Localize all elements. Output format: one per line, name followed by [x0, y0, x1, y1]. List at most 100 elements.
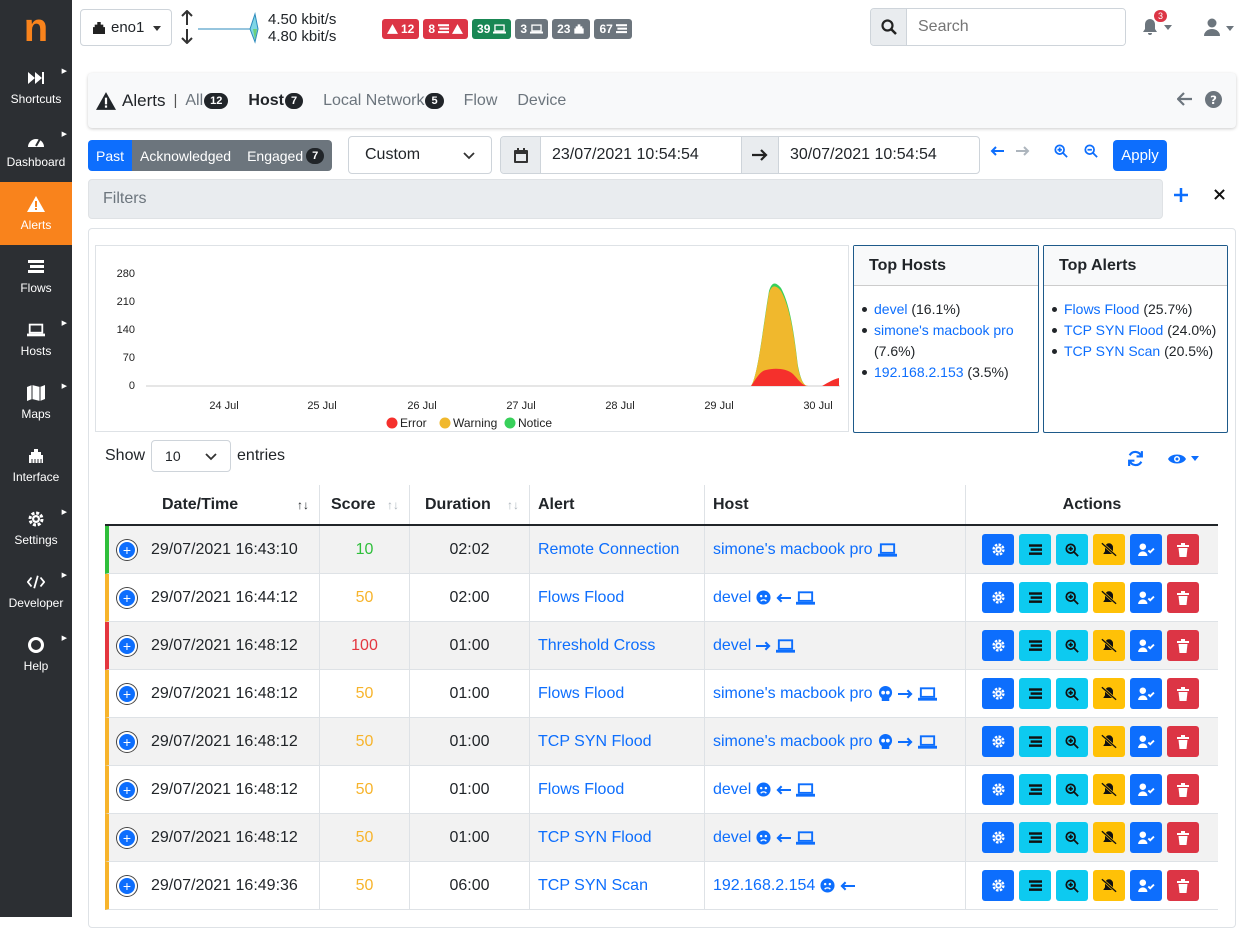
settings-button[interactable] [982, 870, 1014, 901]
devices-badge[interactable]: 23 [552, 19, 591, 39]
disable-button[interactable] [1093, 534, 1125, 565]
zoom-out-icon[interactable] [1084, 144, 1098, 158]
interface-dropdown[interactable]: eno1 [80, 9, 172, 46]
sidebar-item-maps[interactable]: ▶ Maps [0, 371, 72, 434]
acknowledge-button[interactable] [1130, 822, 1162, 853]
sidebar-item-alerts[interactable]: Alerts [0, 182, 72, 245]
zoom-button[interactable] [1056, 822, 1088, 853]
alert-link[interactable]: Flows Flood [538, 781, 624, 799]
engaged-button[interactable]: Engaged 7 [239, 140, 333, 171]
host-link[interactable]: simone's macbook pro [713, 541, 873, 559]
time-forward-icon[interactable] [1016, 146, 1030, 156]
sidebar-item-developer[interactable]: ▶ Developer [0, 560, 72, 623]
alert-link[interactable]: TCP SYN Flood [538, 829, 652, 847]
disable-button[interactable] [1093, 726, 1125, 757]
flows-button[interactable] [1019, 726, 1051, 757]
expand-row-button[interactable]: + [117, 635, 137, 656]
date-from-input[interactable]: 23/07/2021 10:54:54 [541, 137, 741, 173]
date-to-input[interactable]: 30/07/2021 10:54:54 [779, 137, 979, 173]
disable-button[interactable] [1093, 774, 1125, 805]
zoom-in-icon[interactable] [1054, 144, 1068, 158]
tab-device[interactable]: Device [517, 92, 566, 110]
sidebar-item-shortcuts[interactable]: ▶ Shortcuts [0, 56, 72, 119]
clear-filters-icon[interactable] [1214, 189, 1225, 200]
expand-row-button[interactable]: + [117, 587, 137, 608]
column-date-time[interactable]: Date/Time ↑↓ [105, 485, 320, 524]
column-duration[interactable]: Duration ↑↓ [410, 485, 530, 524]
host-link[interactable]: devel [713, 829, 751, 847]
sidebar-item-dashboard[interactable]: ▶ Dashboard [0, 119, 72, 182]
zoom-button[interactable] [1056, 678, 1088, 709]
top-alert-link[interactable]: TCP SYN Scan [1064, 343, 1160, 359]
delete-button[interactable] [1167, 534, 1199, 565]
sidebar-item-flows[interactable]: Flows [0, 245, 72, 308]
user-menu[interactable] [1202, 15, 1238, 43]
disable-button[interactable] [1093, 822, 1125, 853]
disable-button[interactable] [1093, 582, 1125, 613]
settings-button[interactable] [982, 534, 1014, 565]
acknowledge-button[interactable] [1130, 582, 1162, 613]
settings-button[interactable] [982, 678, 1014, 709]
flows-button[interactable] [1019, 582, 1051, 613]
column-visibility-dropdown[interactable] [1168, 453, 1199, 465]
sidebar-item-hosts[interactable]: ▶ Hosts [0, 308, 72, 371]
alerts-badge[interactable]: 12 [382, 19, 420, 39]
settings-button[interactable] [982, 582, 1014, 613]
search-input[interactable] [907, 9, 1125, 45]
host-link[interactable]: 192.168.2.154 [713, 877, 815, 895]
sidebar-item-interface[interactable]: Interface [0, 434, 72, 497]
expand-row-button[interactable]: + [117, 875, 137, 896]
tab-local-network[interactable]: Local Network 5 [323, 92, 444, 110]
delete-button[interactable] [1167, 582, 1199, 613]
sidebar-item-settings[interactable]: ▶ Settings [0, 497, 72, 560]
expand-row-button[interactable]: + [117, 779, 137, 800]
tab-host[interactable]: Host 7 [248, 92, 304, 110]
sidebar-item-help[interactable]: ▶ Help [0, 623, 72, 686]
refresh-icon[interactable] [1127, 450, 1144, 467]
top-host-link[interactable]: devel [874, 301, 907, 317]
remote-hosts-badge[interactable]: 3 [515, 19, 549, 39]
column-alert[interactable]: Alert [530, 485, 705, 524]
alert-link[interactable]: TCP SYN Scan [538, 877, 648, 895]
delete-button[interactable] [1167, 630, 1199, 661]
acknowledged-button[interactable]: Acknowledged [132, 140, 240, 171]
delete-button[interactable] [1167, 678, 1199, 709]
delete-button[interactable] [1167, 726, 1199, 757]
expand-row-button[interactable]: + [117, 827, 137, 848]
flows-button[interactable] [1019, 822, 1051, 853]
expand-row-button[interactable]: + [117, 731, 137, 752]
top-host-link[interactable]: 192.168.2.153 [874, 364, 964, 380]
zoom-button[interactable] [1056, 870, 1088, 901]
acknowledge-button[interactable] [1130, 774, 1162, 805]
page-size-select[interactable]: 10 [151, 440, 232, 472]
delete-button[interactable] [1167, 774, 1199, 805]
expand-row-button[interactable]: + [117, 683, 137, 704]
add-filter-icon[interactable] [1173, 187, 1189, 203]
flows-badge[interactable]: 67 [594, 19, 632, 39]
settings-button[interactable] [982, 774, 1014, 805]
alert-link[interactable]: Threshold Cross [538, 637, 655, 655]
ntopng-logo[interactable]: n [0, 0, 72, 56]
host-link[interactable]: devel [713, 637, 751, 655]
back-arrow-icon[interactable] [1177, 91, 1193, 107]
settings-button[interactable] [982, 822, 1014, 853]
settings-button[interactable] [982, 726, 1014, 757]
notifications-dropdown[interactable]: 3 [1140, 10, 1176, 42]
zoom-button[interactable] [1056, 774, 1088, 805]
acknowledge-button[interactable] [1130, 870, 1162, 901]
time-back-icon[interactable] [990, 146, 1004, 156]
top-alert-link[interactable]: Flows Flood [1064, 301, 1139, 317]
disable-button[interactable] [1093, 870, 1125, 901]
top-host-link[interactable]: simone's macbook pro [874, 322, 1014, 338]
expand-row-button[interactable]: + [117, 539, 137, 560]
delete-button[interactable] [1167, 870, 1199, 901]
zoom-button[interactable] [1056, 630, 1088, 661]
delete-button[interactable] [1167, 822, 1199, 853]
alert-link[interactable]: Flows Flood [538, 685, 624, 703]
search-button[interactable] [871, 9, 907, 45]
host-link[interactable]: simone's macbook pro [713, 733, 873, 751]
alert-link[interactable]: Remote Connection [538, 541, 679, 559]
flows-button[interactable] [1019, 630, 1051, 661]
flow-alerts-badge[interactable]: 8 [423, 19, 469, 39]
zoom-button[interactable] [1056, 582, 1088, 613]
